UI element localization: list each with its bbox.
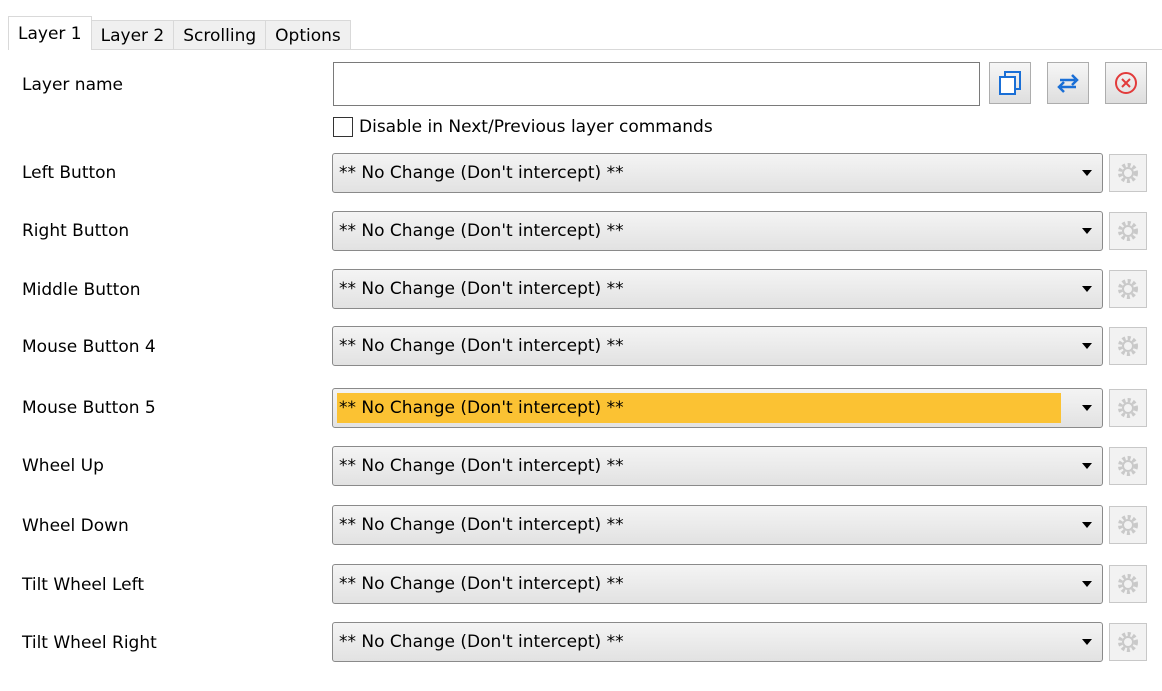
select-value: ** No Change (Don't intercept) ** <box>339 398 624 418</box>
right-button-select[interactable]: ** No Change (Don't intercept) ** <box>332 211 1103 251</box>
copy-icon <box>999 71 1021 95</box>
gear-icon <box>1118 515 1138 535</box>
mouse-button-4-settings-button[interactable] <box>1109 327 1147 365</box>
select-value: ** No Change (Don't intercept) ** <box>339 456 624 476</box>
gear-icon <box>1118 456 1138 476</box>
tilt-wheel-left-select[interactable]: ** No Change (Don't intercept) ** <box>332 564 1103 604</box>
tab-layer-2[interactable]: Layer 2 <box>90 20 175 50</box>
row-label-tilt-wheel-right: Tilt Wheel Right <box>22 633 157 653</box>
disable-layer-checkbox-label: Disable in Next/Previous layer commands <box>359 117 713 137</box>
wheel-up-settings-button[interactable] <box>1109 447 1147 485</box>
right-button-settings-button[interactable] <box>1109 212 1147 250</box>
dropdown-arrow-icon <box>1082 170 1092 176</box>
swap-arrows-icon <box>1057 74 1079 93</box>
select-value: ** No Change (Don't intercept) ** <box>339 574 624 594</box>
mouse-button-5-select[interactable]: ** No Change (Don't intercept) ** <box>332 388 1103 428</box>
tab-options[interactable]: Options <box>265 20 351 50</box>
wheel-down-settings-button[interactable] <box>1109 506 1147 544</box>
tilt-wheel-right-select[interactable]: ** No Change (Don't intercept) ** <box>332 622 1103 662</box>
delete-circle-x-icon <box>1115 72 1137 94</box>
row-label-right-button: Right Button <box>22 221 130 241</box>
mouse-button-4-select[interactable]: ** No Change (Don't intercept) ** <box>332 326 1103 366</box>
copy-layer-button[interactable] <box>989 62 1031 104</box>
select-value: ** No Change (Don't intercept) ** <box>339 515 624 535</box>
gear-icon <box>1118 221 1138 241</box>
gear-icon <box>1118 279 1138 299</box>
swap-layer-button[interactable] <box>1047 62 1089 104</box>
dropdown-arrow-icon <box>1082 581 1092 587</box>
mouse-button-5-settings-button[interactable] <box>1109 389 1147 427</box>
select-value: ** No Change (Don't intercept) ** <box>339 279 624 299</box>
row-label-wheel-down: Wheel Down <box>22 516 129 536</box>
gear-icon <box>1118 632 1138 652</box>
row-label-middle-button: Middle Button <box>22 280 141 300</box>
layer-name-input[interactable] <box>333 62 980 106</box>
middle-button-settings-button[interactable] <box>1109 270 1147 308</box>
dropdown-arrow-icon <box>1082 522 1092 528</box>
tilt-wheel-left-settings-button[interactable] <box>1109 565 1147 603</box>
tab-divider <box>8 49 1162 50</box>
layer-name-label: Layer name <box>22 75 124 95</box>
dropdown-arrow-icon <box>1082 405 1092 411</box>
dropdown-arrow-icon <box>1082 639 1092 645</box>
disable-layer-checkbox[interactable] <box>333 117 353 137</box>
gear-icon <box>1118 398 1138 418</box>
middle-button-select[interactable]: ** No Change (Don't intercept) ** <box>332 269 1103 309</box>
row-label-mouse-button-5: Mouse Button 5 <box>22 398 156 418</box>
dropdown-arrow-icon <box>1082 286 1092 292</box>
gear-icon <box>1118 336 1138 356</box>
dropdown-arrow-icon <box>1082 463 1092 469</box>
select-value: ** No Change (Don't intercept) ** <box>339 336 624 356</box>
dropdown-arrow-icon <box>1082 228 1092 234</box>
row-label-mouse-button-4: Mouse Button 4 <box>22 337 156 357</box>
wheel-down-select[interactable]: ** No Change (Don't intercept) ** <box>332 505 1103 545</box>
tab-layer-1[interactable]: Layer 1 <box>8 16 92 50</box>
gear-icon <box>1118 163 1138 183</box>
disable-layer-checkbox-row[interactable]: Disable in Next/Previous layer commands <box>333 117 713 137</box>
left-button-select[interactable]: ** No Change (Don't intercept) ** <box>332 153 1103 193</box>
row-label-tilt-wheel-left: Tilt Wheel Left <box>22 575 144 595</box>
select-value: ** No Change (Don't intercept) ** <box>339 632 624 652</box>
row-label-left-button: Left Button <box>22 163 117 183</box>
delete-layer-button[interactable] <box>1105 62 1147 104</box>
row-label-wheel-up: Wheel Up <box>22 456 104 476</box>
wheel-up-select[interactable]: ** No Change (Don't intercept) ** <box>332 446 1103 486</box>
tab-bar: Layer 1 Layer 2 Scrolling Options <box>8 16 351 50</box>
dropdown-arrow-icon <box>1082 343 1092 349</box>
tab-scrolling[interactable]: Scrolling <box>173 20 267 50</box>
tilt-wheel-right-settings-button[interactable] <box>1109 623 1147 661</box>
gear-icon <box>1118 574 1138 594</box>
select-value: ** No Change (Don't intercept) ** <box>339 221 624 241</box>
select-value: ** No Change (Don't intercept) ** <box>339 163 624 183</box>
left-button-settings-button[interactable] <box>1109 154 1147 192</box>
